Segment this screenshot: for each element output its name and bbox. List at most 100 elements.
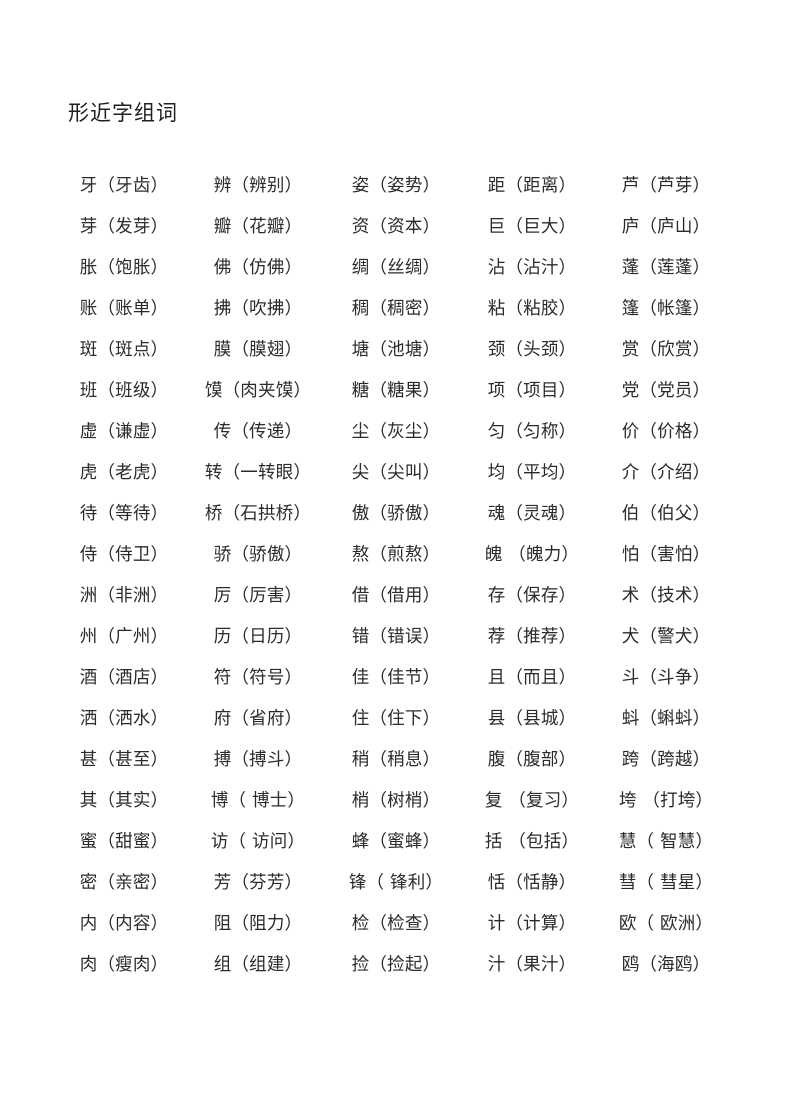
row-gutter — [0, 494, 58, 535]
word-pair-cell: 捡（捡起） — [351, 955, 441, 975]
table-row: 内（内容） 阻（阻力） 检（检查） 计（计算） 欧（ 欧洲） — [0, 904, 792, 945]
word-pair-cell: 博（ 博士） — [210, 791, 306, 811]
word-pair-cell: 斑（斑点） — [79, 340, 169, 360]
word-pair-cell: 党（党员） — [621, 381, 711, 401]
word-pair-cell: 借（借用） — [351, 586, 441, 606]
word-pair-cell: 骄（骄傲） — [213, 545, 303, 565]
row-gutter — [0, 781, 58, 822]
word-pair-cell: 绸（丝绸） — [351, 258, 441, 278]
table-row: 侍（侍卫） 骄（骄傲） 熬（煎熬） 魄 （魄力） 怕（害怕） — [0, 535, 792, 576]
table-row: 胀（饱胀） 佛（仿佛） 绸（丝绸） 沾（沾汁） 蓬（莲蓬） — [0, 248, 792, 289]
row-tail — [734, 248, 792, 289]
word-pair-cell: 鸥（海鸥） — [621, 955, 711, 975]
table-row: 肉（瘦肉） 组（组建） 捡（捡起） 汁（果汁） 鸥（海鸥） — [0, 945, 792, 986]
word-pair-cell: 厉（厉害） — [213, 586, 303, 606]
row-gutter — [0, 617, 58, 658]
word-pair-cell: 阻（阻力） — [213, 914, 303, 934]
word-pair-cell: 住（住下） — [351, 709, 441, 729]
word-pair-cell: 洲（非洲） — [79, 586, 169, 606]
word-pair-cell: 牙（牙齿） — [79, 176, 169, 196]
word-pair-cell: 馍（肉夹馍） — [204, 381, 312, 401]
row-gutter — [0, 822, 58, 863]
word-pair-cell: 检（检查） — [351, 914, 441, 934]
word-pair-cell: 沾（沾汁） — [487, 258, 577, 278]
word-pair-cell: 转（一转眼） — [204, 463, 312, 483]
word-pair-cell: 内（内容） — [79, 914, 169, 934]
row-gutter — [0, 699, 58, 740]
word-pair-cell: 粘（粘胶） — [487, 299, 577, 319]
word-pair-cell: 访（ 访问） — [210, 832, 306, 852]
row-tail — [734, 371, 792, 412]
word-pair-cell: 错（错误） — [351, 627, 441, 647]
word-pair-cell: 其（其实） — [79, 791, 169, 811]
word-pair-cell: 佛（仿佛） — [213, 258, 303, 278]
row-gutter — [0, 576, 58, 617]
table-row: 洲（非洲） 厉（厉害） 借（借用） 存（保存） 术（技术） — [0, 576, 792, 617]
word-pair-cell: 膜（膜翅） — [213, 340, 303, 360]
word-pair-cell: 篷（帐篷） — [621, 299, 711, 319]
word-pair-cell: 介（介绍） — [621, 463, 711, 483]
word-pair-cell: 欧（ 欧洲） — [618, 914, 714, 934]
word-pair-cell: 蜂（蜜蜂） — [351, 832, 441, 852]
word-pair-cell: 尘（灰尘） — [351, 422, 441, 442]
word-pair-cell: 芦（芦芽） — [621, 176, 711, 196]
word-pair-cell: 待（等待） — [79, 504, 169, 524]
word-pair-cell: 胀（饱胀） — [79, 258, 169, 278]
row-tail — [734, 699, 792, 740]
page-title: 形近字组词 — [68, 101, 178, 125]
word-pair-cell: 芽（发芽） — [79, 217, 169, 237]
table-row: 待（等待） 桥（石拱桥） 傲（骄傲） 魂（灵魂） 伯（伯父） — [0, 494, 792, 535]
table-row: 虎（老虎） 转（一转眼） 尖（尖叫） 均（平均） 介（介绍） — [0, 453, 792, 494]
table-row: 班（班级） 馍（肉夹馍） 糖（糖果） 项（项目） 党（党员） — [0, 371, 792, 412]
word-pair-cell: 桥（石拱桥） — [204, 504, 312, 524]
word-pair-cell: 辨（辨别） — [213, 176, 303, 196]
word-pair-cell: 术（技术） — [621, 586, 711, 606]
row-tail — [734, 904, 792, 945]
word-pair-cell: 酒（酒店） — [79, 668, 169, 688]
word-pair-cell: 锋（ 锋利） — [348, 873, 444, 893]
word-pair-cell: 颈（头颈） — [487, 340, 577, 360]
row-tail — [734, 781, 792, 822]
word-pair-cell: 塘（池塘） — [351, 340, 441, 360]
word-pair-cell: 梢（树梢） — [351, 791, 441, 811]
table-row: 蜜（甜蜜） 访（ 访问） 蜂（蜜蜂） 括 （包括） 慧（ 智慧） — [0, 822, 792, 863]
row-tail — [734, 535, 792, 576]
row-tail — [734, 289, 792, 330]
table-row: 芽（发芽） 瓣（花瓣） 资（资本） 巨（巨大） 庐（庐山） — [0, 207, 792, 248]
word-pair-cell: 括 （包括） — [484, 832, 580, 852]
word-pair-cell: 搏（搏斗） — [213, 750, 303, 770]
word-pair-cell: 尖（尖叫） — [351, 463, 441, 483]
word-pair-cell: 县（县城） — [487, 709, 577, 729]
row-tail — [734, 576, 792, 617]
word-pair-cell: 计（计算） — [487, 914, 577, 934]
row-gutter — [0, 945, 58, 986]
word-pair-cell: 斗（斗争） — [621, 668, 711, 688]
word-pair-cell: 魄 （魄力） — [484, 545, 580, 565]
row-tail — [734, 453, 792, 494]
row-gutter — [0, 248, 58, 289]
row-tail — [734, 494, 792, 535]
row-gutter — [0, 658, 58, 699]
word-pair-cell: 垮 （打垮） — [618, 791, 714, 811]
word-pair-cell: 慧（ 智慧） — [618, 832, 714, 852]
row-tail — [734, 330, 792, 371]
word-pair-cell: 稠（稠密） — [351, 299, 441, 319]
row-gutter — [0, 453, 58, 494]
word-pair-cell: 伯（伯父） — [621, 504, 711, 524]
row-tail — [734, 740, 792, 781]
word-pair-cell: 魂（灵魂） — [487, 504, 577, 524]
word-pair-cell: 蜜（甜蜜） — [79, 832, 169, 852]
word-pair-cell: 甚（甚至） — [79, 750, 169, 770]
word-pair-cell: 庐（庐山） — [621, 217, 711, 237]
row-tail — [734, 863, 792, 904]
row-tail — [734, 617, 792, 658]
word-pair-cell: 传（传递） — [213, 422, 303, 442]
row-tail — [734, 945, 792, 986]
row-tail — [734, 412, 792, 453]
row-tail — [734, 658, 792, 699]
word-pair-cell: 州（广州） — [79, 627, 169, 647]
word-pair-cell: 恬（恬静） — [487, 873, 577, 893]
word-pair-cell: 佳（佳节） — [351, 668, 441, 688]
word-pair-cell: 蓬（莲蓬） — [621, 258, 711, 278]
word-pair-cell: 姿（姿势） — [351, 176, 441, 196]
